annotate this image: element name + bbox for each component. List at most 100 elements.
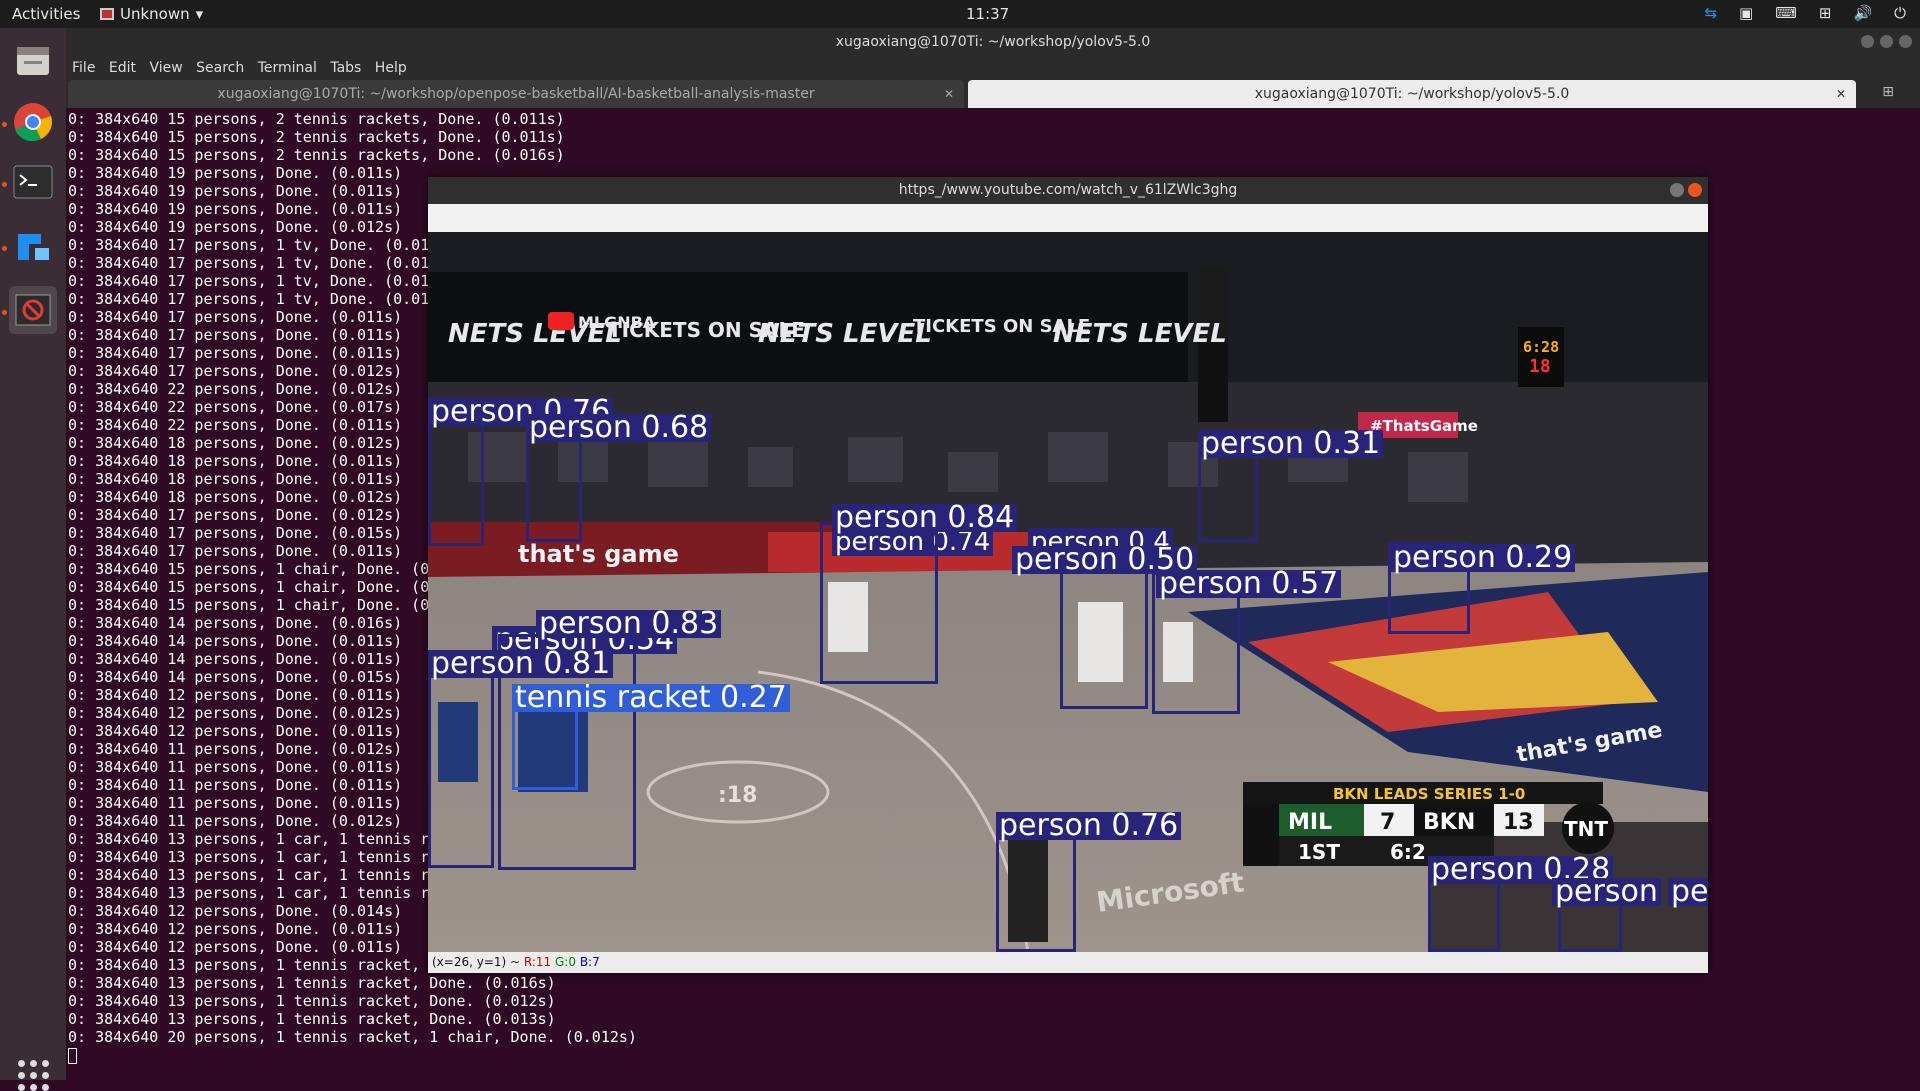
dock-files[interactable] [9, 36, 57, 84]
close-tab-icon[interactable]: ✕ [944, 80, 954, 108]
scoreboard-banner: BKN LEADS SERIES 1-0 [1333, 785, 1525, 803]
dock [0, 28, 66, 1091]
team2-score: 13 [1503, 810, 1534, 835]
court-text: :18 [718, 783, 757, 808]
team1-name: MIL [1288, 810, 1332, 835]
dock-unknown-app[interactable] [9, 286, 57, 334]
detection-label: person 0.29 [1390, 543, 1576, 573]
app-menu[interactable]: Unknown ▾ [100, 5, 203, 23]
period: 1ST [1298, 840, 1340, 864]
banner-text: NETS LEVEL [1053, 319, 1227, 349]
menu-search[interactable]: Search [196, 56, 244, 80]
tab-label: xugaoxiang@1070Ti: ~/workshop/yolov5-5.0 [1254, 86, 1570, 102]
menu-view[interactable]: View [149, 56, 182, 80]
app-name: Unknown [120, 5, 190, 23]
detection-window-status: (x=26, y=1) ~ R:11 G:0 B:7 [428, 952, 1708, 973]
video-frame[interactable]: NETS LEVEL TICKETS ON SALE NETS LEVEL TI… [428, 232, 1708, 952]
network-icon[interactable]: ⊞ [1819, 4, 1832, 22]
detection-label: person 0.81 [428, 649, 614, 679]
detection-box [512, 706, 578, 790]
close-button[interactable] [1688, 183, 1702, 197]
new-tab-icon[interactable]: ⊞ [1882, 84, 1894, 100]
sign-text: #ThatsGame [1370, 417, 1478, 435]
files-icon [17, 47, 49, 75]
network-logo: TNT [1564, 817, 1608, 841]
dock-chrome[interactable] [9, 98, 57, 146]
terminal-menubar: File Edit View Search Terminal Tabs Help [66, 56, 1920, 80]
prompt-line [68, 1046, 1920, 1064]
detection-box [1060, 557, 1148, 709]
terminal-line: 0: 384x640 15 persons, 2 tennis rackets,… [68, 128, 565, 146]
volume-icon[interactable]: 🔊 [1853, 4, 1872, 22]
detection-label: person 0.76 [996, 811, 1182, 841]
power-icon[interactable]: ⏻ [1894, 4, 1906, 22]
dock-teamviewer[interactable] [9, 222, 57, 270]
pixel-r: R:11 [523, 955, 552, 969]
terminal-line: 0: 384x640 13 persons, 1 tennis racket, … [68, 974, 556, 992]
detection-label: person 0.84 [832, 503, 1018, 533]
terminal-line: 0: 384x640 13 persons, 1 tennis racket, … [68, 992, 556, 1010]
detection-label: person [1552, 877, 1661, 907]
minimize-button[interactable] [1861, 35, 1874, 48]
pixel-b: B:7 [579, 955, 600, 969]
terminal-titlebar[interactable]: xugaoxiang@1070Ti: ~/workshop/yolov5-5.0 [66, 28, 1920, 56]
close-tab-icon[interactable]: ✕ [1836, 80, 1846, 108]
detection-label: person 0.83 [536, 609, 722, 639]
terminal-tabs: xugaoxiang@1070Ti: ~/workshop/openpose-b… [66, 80, 1920, 108]
detection-label: tennis racket 0.27 [512, 683, 790, 713]
tab-openpose[interactable]: xugaoxiang@1070Ti: ~/workshop/openpose-b… [68, 80, 964, 108]
terminal-line: 0: 384x640 15 persons, 2 tennis rackets,… [68, 146, 565, 164]
show-applications-button[interactable] [18, 1060, 49, 1091]
chrome-icon [14, 103, 52, 142]
clock[interactable]: 11:37 [966, 5, 1009, 23]
menu-terminal[interactable]: Terminal [258, 56, 317, 80]
detection-label: person 0.68 [526, 413, 712, 443]
team2-name: BKN [1423, 810, 1475, 835]
running-indicator [2, 122, 7, 127]
activities-button[interactable]: Activities [12, 5, 80, 23]
terminal-line: 0: 384x640 20 persons, 1 tennis racket, … [68, 1028, 637, 1046]
shot-clock-text: 18 [1529, 356, 1551, 377]
window-title: xugaoxiang@1070Ti: ~/workshop/yolov5-5.0 [835, 34, 1151, 50]
teamviewer-icon [18, 234, 49, 260]
menu-file[interactable]: File [72, 56, 95, 80]
terminal-line: 0: 384x640 15 persons, 2 tennis rackets,… [68, 110, 565, 128]
menu-edit[interactable]: Edit [109, 56, 136, 80]
menu-help[interactable]: Help [375, 56, 407, 80]
close-button[interactable] [1899, 35, 1912, 48]
detection-box [428, 656, 494, 868]
shot-clock-text: 6:28 [1523, 338, 1559, 356]
menu-tabs[interactable]: Tabs [330, 56, 361, 80]
detection-window[interactable]: https_/www.youtube.com/watch_v_61lZWlc3g… [428, 177, 1708, 973]
minimize-button[interactable] [1670, 183, 1684, 197]
tab-yolov5[interactable]: xugaoxiang@1070Ti: ~/workshop/yolov5-5.0… [968, 80, 1856, 108]
detection-label: person 0.31 [1198, 429, 1384, 459]
pixel-coords: (x=26, y=1) ~ [432, 955, 521, 969]
running-indicator [2, 246, 7, 251]
running-indicator [2, 310, 7, 315]
keyboard-icon[interactable]: ⌨ [1775, 4, 1797, 22]
game-clock: 6:2 [1390, 840, 1426, 864]
banner-text: MLGNBA [578, 313, 656, 332]
courtside-text: that's game [518, 540, 679, 568]
tab-label: xugaoxiang@1070Ti: ~/workshop/openpose-b… [217, 86, 815, 102]
running-indicator [2, 182, 7, 187]
system-tray: ⇆ ▣ ⌨ ⊞ 🔊 ⏻ [1704, 4, 1906, 22]
maximize-button[interactable] [1880, 35, 1893, 48]
window-controls [1670, 183, 1702, 197]
teamviewer-tray-icon[interactable]: ⇆ [1704, 4, 1717, 22]
terminal-line: 0: 384x640 13 persons, 1 tennis racket, … [68, 1010, 556, 1028]
terminal-icon [13, 165, 53, 199]
app-icon [100, 8, 114, 20]
detection-label: pe [1668, 877, 1708, 907]
detection-window-title: https_/www.youtube.com/watch_v_61lZWlc3g… [898, 182, 1238, 198]
detection-window-titlebar[interactable]: https_/www.youtube.com/watch_v_61lZWlc3g… [428, 177, 1708, 204]
dock-terminal[interactable] [9, 158, 57, 206]
detection-label: person 0.57 [1156, 569, 1342, 599]
unknown-app-icon [15, 294, 51, 326]
detection-box [820, 522, 938, 684]
detection-box [996, 828, 1076, 952]
banner-text: NETS LEVEL [758, 319, 932, 349]
cursor [68, 1047, 77, 1064]
screenshot-tray-icon[interactable]: ▣ [1739, 4, 1753, 22]
